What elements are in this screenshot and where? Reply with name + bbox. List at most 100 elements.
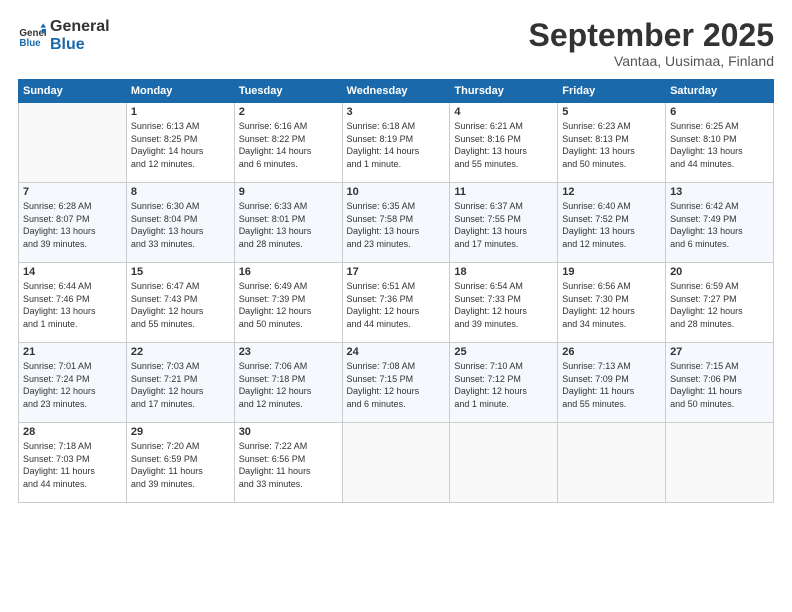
cell-w0d3: 3 Sunrise: 6:18 AM Sunset: 8:19 PM Daylig… [342, 103, 450, 183]
cell-w3d0: 21Sunrise: 7:01 AM Sunset: 7:24 PM Dayli… [19, 343, 127, 423]
page-title: September 2025 [529, 18, 774, 53]
day-info: Sunrise: 6:54 AM Sunset: 7:33 PM Dayligh… [454, 280, 553, 330]
day-number: 22 [131, 346, 230, 358]
week-row-1: 7Sunrise: 6:28 AM Sunset: 8:07 PM Daylig… [19, 183, 774, 263]
cell-w1d0: 7Sunrise: 6:28 AM Sunset: 8:07 PM Daylig… [19, 183, 127, 263]
week-row-3: 21Sunrise: 7:01 AM Sunset: 7:24 PM Dayli… [19, 343, 774, 423]
cell-w2d4: 18 Sunrise: 6:54 AM Sunset: 7:33 PM Dayli… [450, 263, 558, 343]
page-subtitle: Vantaa, Uusimaa, Finland [529, 53, 774, 69]
cell-w0d6: 6 Sunrise: 6:25 AM Sunset: 8:10 PM Daylig… [666, 103, 774, 183]
day-number: 1 [131, 106, 230, 118]
day-info: Sunrise: 6:51 AM Sunset: 7:36 PM Dayligh… [347, 280, 446, 330]
cell-w1d3: 10 Sunrise: 6:35 AM Sunset: 7:58 PM Dayli… [342, 183, 450, 263]
day-info: Sunrise: 6:40 AM Sunset: 7:52 PM Dayligh… [562, 200, 661, 250]
cell-w0d1: 1 Sunrise: 6:13 AM Sunset: 8:25 PM Daylig… [126, 103, 234, 183]
cell-w2d6: 20 Sunrise: 6:59 AM Sunset: 7:27 PM Dayli… [666, 263, 774, 343]
cell-w3d3: 24Sunrise: 7:08 AM Sunset: 7:15 PM Dayli… [342, 343, 450, 423]
day-number: 4 [454, 106, 553, 118]
day-info: Sunrise: 6:35 AM Sunset: 7:58 PM Dayligh… [347, 200, 446, 250]
day-info: Sunrise: 6:13 AM Sunset: 8:25 PM Dayligh… [131, 120, 230, 170]
day-number: 11 [454, 186, 553, 198]
day-info: Sunrise: 6:33 AM Sunset: 8:01 PM Dayligh… [239, 200, 338, 250]
day-number: 20 [670, 266, 769, 278]
day-info: Sunrise: 7:18 AM Sunset: 7:03 PM Dayligh… [23, 440, 122, 490]
day-info: Sunrise: 6:59 AM Sunset: 7:27 PM Dayligh… [670, 280, 769, 330]
day-info: Sunrise: 7:15 AM Sunset: 7:06 PM Dayligh… [670, 360, 769, 410]
logo-blue: Blue [50, 36, 110, 54]
cell-w4d0: 28Sunrise: 7:18 AM Sunset: 7:03 PM Dayli… [19, 423, 127, 503]
day-number: 5 [562, 106, 661, 118]
cell-w2d3: 17 Sunrise: 6:51 AM Sunset: 7:36 PM Dayli… [342, 263, 450, 343]
cell-w3d1: 22 Sunrise: 7:03 AM Sunset: 7:21 PM Dayli… [126, 343, 234, 423]
cell-w2d5: 19Sunrise: 6:56 AM Sunset: 7:30 PM Dayli… [558, 263, 666, 343]
header-thursday: Thursday [450, 80, 558, 103]
week-row-0: 1 Sunrise: 6:13 AM Sunset: 8:25 PM Daylig… [19, 103, 774, 183]
day-number: 6 [670, 106, 769, 118]
day-info: Sunrise: 6:28 AM Sunset: 8:07 PM Dayligh… [23, 200, 122, 250]
calendar-table: Sunday Monday Tuesday Wednesday Thursday… [18, 79, 774, 503]
title-block: September 2025 Vantaa, Uusimaa, Finland [529, 18, 774, 69]
cell-w3d2: 23Sunrise: 7:06 AM Sunset: 7:18 PM Dayli… [234, 343, 342, 423]
day-number: 3 [347, 106, 446, 118]
day-number: 27 [670, 346, 769, 358]
day-number: 29 [131, 426, 230, 438]
day-number: 23 [239, 346, 338, 358]
day-info: Sunrise: 6:30 AM Sunset: 8:04 PM Dayligh… [131, 200, 230, 250]
day-number: 19 [562, 266, 661, 278]
day-info: Sunrise: 7:08 AM Sunset: 7:15 PM Dayligh… [347, 360, 446, 410]
day-info: Sunrise: 7:20 AM Sunset: 6:59 PM Dayligh… [131, 440, 230, 490]
logo: General Blue General Blue [18, 18, 110, 53]
day-number: 8 [131, 186, 230, 198]
week-row-4: 28Sunrise: 7:18 AM Sunset: 7:03 PM Dayli… [19, 423, 774, 503]
day-number: 25 [454, 346, 553, 358]
day-info: Sunrise: 6:21 AM Sunset: 8:16 PM Dayligh… [454, 120, 553, 170]
day-info: Sunrise: 6:37 AM Sunset: 7:55 PM Dayligh… [454, 200, 553, 250]
day-info: Sunrise: 7:03 AM Sunset: 7:21 PM Dayligh… [131, 360, 230, 410]
cell-w0d0 [19, 103, 127, 183]
day-info: Sunrise: 6:47 AM Sunset: 7:43 PM Dayligh… [131, 280, 230, 330]
day-info: Sunrise: 7:22 AM Sunset: 6:56 PM Dayligh… [239, 440, 338, 490]
header-wednesday: Wednesday [342, 80, 450, 103]
calendar-page: General Blue General Blue September 2025… [0, 0, 792, 612]
logo-general: General [50, 18, 110, 36]
header-row: Sunday Monday Tuesday Wednesday Thursday… [19, 80, 774, 103]
day-number: 15 [131, 266, 230, 278]
header-friday: Friday [558, 80, 666, 103]
day-number: 17 [347, 266, 446, 278]
day-number: 14 [23, 266, 122, 278]
day-number: 16 [239, 266, 338, 278]
cell-w3d6: 27 Sunrise: 7:15 AM Sunset: 7:06 PM Dayli… [666, 343, 774, 423]
calendar-header: Sunday Monday Tuesday Wednesday Thursday… [19, 80, 774, 103]
header-saturday: Saturday [666, 80, 774, 103]
cell-w4d1: 29 Sunrise: 7:20 AM Sunset: 6:59 PM Dayli… [126, 423, 234, 503]
cell-w3d5: 26Sunrise: 7:13 AM Sunset: 7:09 PM Dayli… [558, 343, 666, 423]
cell-w2d1: 15 Sunrise: 6:47 AM Sunset: 7:43 PM Dayli… [126, 263, 234, 343]
day-number: 13 [670, 186, 769, 198]
cell-w0d4: 4 Sunrise: 6:21 AM Sunset: 8:16 PM Daylig… [450, 103, 558, 183]
day-info: Sunrise: 6:25 AM Sunset: 8:10 PM Dayligh… [670, 120, 769, 170]
cell-w0d5: 5Sunrise: 6:23 AM Sunset: 8:13 PM Daylig… [558, 103, 666, 183]
week-row-2: 14 Sunrise: 6:44 AM Sunset: 7:46 PM Dayli… [19, 263, 774, 343]
header-tuesday: Tuesday [234, 80, 342, 103]
day-info: Sunrise: 6:44 AM Sunset: 7:46 PM Dayligh… [23, 280, 122, 330]
day-info: Sunrise: 7:10 AM Sunset: 7:12 PM Dayligh… [454, 360, 553, 410]
header-monday: Monday [126, 80, 234, 103]
day-number: 12 [562, 186, 661, 198]
day-number: 2 [239, 106, 338, 118]
day-number: 18 [454, 266, 553, 278]
day-number: 9 [239, 186, 338, 198]
cell-w1d5: 12 Sunrise: 6:40 AM Sunset: 7:52 PM Dayli… [558, 183, 666, 263]
cell-w4d3 [342, 423, 450, 503]
day-info: Sunrise: 6:18 AM Sunset: 8:19 PM Dayligh… [347, 120, 446, 170]
cell-w1d1: 8 Sunrise: 6:30 AM Sunset: 8:04 PM Daylig… [126, 183, 234, 263]
cell-w1d6: 13 Sunrise: 6:42 AM Sunset: 7:49 PM Dayli… [666, 183, 774, 263]
cell-w0d2: 2 Sunrise: 6:16 AM Sunset: 8:22 PM Daylig… [234, 103, 342, 183]
cell-w4d5 [558, 423, 666, 503]
day-info: Sunrise: 6:16 AM Sunset: 8:22 PM Dayligh… [239, 120, 338, 170]
cell-w4d4 [450, 423, 558, 503]
day-info: Sunrise: 6:42 AM Sunset: 7:49 PM Dayligh… [670, 200, 769, 250]
day-info: Sunrise: 7:13 AM Sunset: 7:09 PM Dayligh… [562, 360, 661, 410]
day-number: 10 [347, 186, 446, 198]
cell-w4d6 [666, 423, 774, 503]
logo-icon: General Blue [18, 22, 46, 50]
